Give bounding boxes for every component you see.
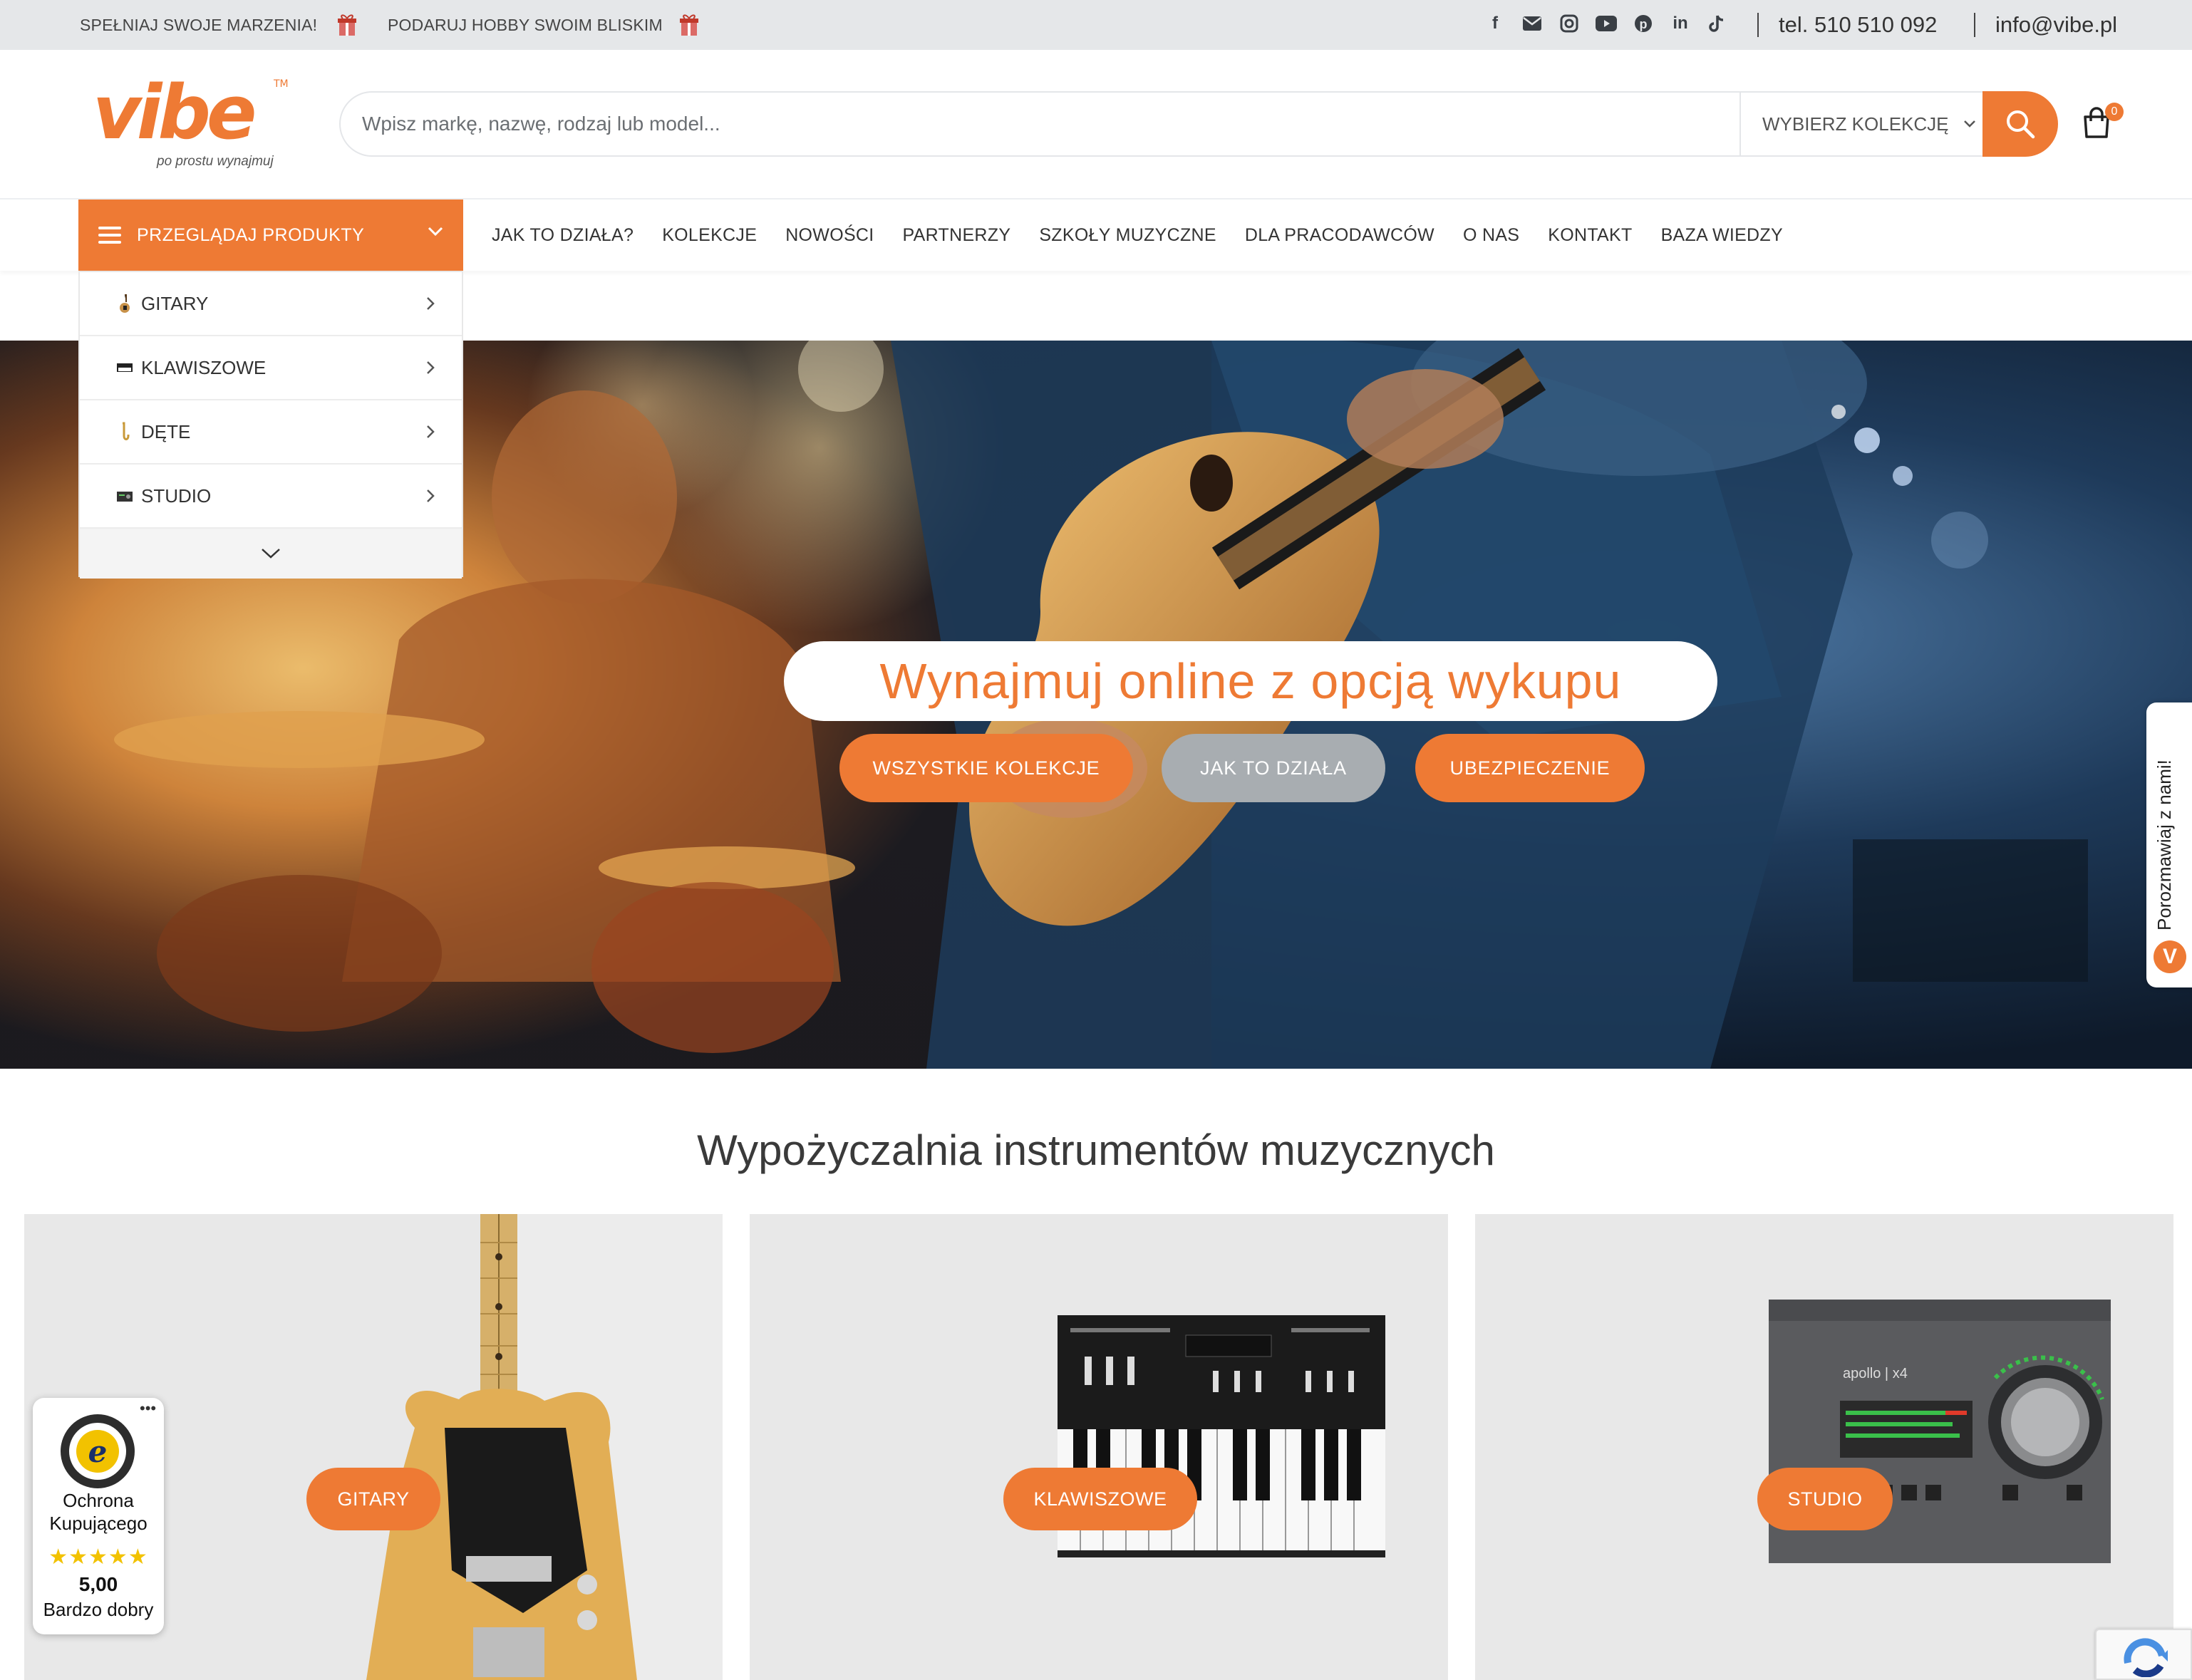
gift-icon (338, 14, 356, 36)
gift-icon (680, 14, 698, 36)
studio-card-button[interactable]: STUDIO (1757, 1468, 1893, 1530)
recaptcha-icon (2124, 1638, 2168, 1677)
collection-select[interactable]: WYBIERZ KOLEKCJĘ (1739, 93, 1982, 155)
category-wind[interactable]: DĘTE (80, 400, 462, 465)
search-icon (2007, 110, 2035, 139)
search-bar: WYBIERZ KOLEKCJĘ (339, 91, 2058, 157)
email-icon[interactable] (1521, 11, 1544, 36)
section-title: Wypożyczalnia instrumentów muzycznych (697, 1126, 1495, 1174)
linkedin-icon[interactable]: in (1669, 11, 1692, 36)
trusted-shops-seal-icon: e (61, 1414, 135, 1488)
synthesizer-keyboard-image (1058, 1315, 1385, 1557)
cart-button[interactable]: 0 (2081, 103, 2124, 145)
keyboards-card-button[interactable]: KLAWISZOWE (1003, 1468, 1197, 1530)
rating-grade: Bardzo dobry (43, 1599, 154, 1620)
email-link[interactable]: info@vibe.pl (1995, 0, 2117, 50)
promo-dreams-link[interactable]: SPEŁNIAJ SWOJE MARZENIA! (80, 0, 317, 50)
instagram-icon[interactable] (1558, 11, 1581, 36)
svg-text:p: p (1640, 17, 1648, 31)
chat-tab[interactable]: Porozmawiaj z nami! V (2146, 702, 2192, 987)
separator (1974, 13, 1975, 37)
all-collections-button[interactable]: WSZYSTKIE KOLEKCJE (839, 734, 1133, 802)
menu-links: JAK TO DZIAŁA? KOLEKCJE NOWOŚCI PARTNERZ… (492, 199, 1811, 271)
vibe-chat-icon: V (2154, 940, 2186, 973)
nav-new[interactable]: NOWOŚCI (785, 225, 874, 246)
logo-tagline: po prostu wynajmuj (157, 154, 274, 169)
trusted-shops-badge[interactable]: ••• e Ochrona Kupującego ★★★★★ 5,00 Bard… (33, 1398, 164, 1634)
main-navigation: PRZEGLĄDAJ PRODUKTY JAK TO DZIAŁA? KOLEK… (0, 199, 2192, 271)
nav-contact[interactable]: KONTAKT (1548, 225, 1632, 246)
browse-products-label: PRZEGLĄDAJ PRODUKTY (137, 224, 365, 245)
category-keyboards[interactable]: KLAWISZOWE (80, 336, 462, 400)
search-button[interactable] (1982, 91, 2058, 157)
site-header: vibe TM po prostu wynajmuj WYBIERZ KOLEK… (0, 50, 2192, 199)
logo-text: vibe (93, 74, 254, 152)
social-links: f p in (1484, 11, 1729, 36)
guitars-card-button[interactable]: GITARY (306, 1468, 440, 1530)
svg-text:e: e (88, 1434, 108, 1469)
saxophone-icon (123, 422, 130, 440)
apollo-label: apollo | x4 (1843, 1366, 1908, 1381)
chat-label: Porozmawiaj z nami! (2154, 759, 2175, 930)
rating-score: 5,00 (78, 1573, 118, 1595)
category-label: GITARY (141, 292, 209, 314)
category-studio[interactable]: STUDIO (80, 465, 462, 529)
chevron-down-icon (428, 227, 443, 237)
chevron-right-icon (427, 297, 435, 310)
category-label: KLAWISZOWE (141, 356, 267, 378)
buyer-protection-label: Ochrona Kupującego (49, 1490, 148, 1534)
audio-interface-icon (117, 492, 133, 502)
nav-collections[interactable]: KOLEKCJE (662, 225, 757, 246)
category-label: DĘTE (141, 420, 191, 442)
chevron-right-icon (427, 489, 435, 502)
facebook-icon[interactable]: f (1484, 11, 1506, 36)
logo-trademark: TM (273, 78, 289, 90)
separator (1757, 13, 1759, 37)
chevron-right-icon (427, 425, 435, 438)
browse-products-button[interactable]: PRZEGLĄDAJ PRODUKTY (78, 199, 463, 271)
cart-count-badge: 0 (2105, 103, 2124, 121)
collection-select-label: WYBIERZ KOLEKCJĘ (1762, 113, 1949, 135)
apollo-x4-interface-image: apollo | x4 (1769, 1300, 2111, 1563)
nav-how-it-works[interactable]: JAK TO DZIAŁA? (492, 225, 634, 246)
category-card-studio[interactable]: apollo | x4 (1475, 1214, 2173, 1680)
pinterest-icon[interactable]: p (1632, 11, 1655, 36)
youtube-icon[interactable] (1595, 11, 1618, 36)
show-more-categories-button[interactable] (80, 529, 462, 579)
tiktok-icon[interactable] (1706, 11, 1729, 36)
chevron-right-icon (427, 361, 435, 374)
nav-music-schools[interactable]: SZKOŁY MUZYCZNE (1039, 225, 1216, 246)
hamburger-icon (98, 227, 121, 244)
chevron-down-icon (1963, 120, 1975, 128)
guitar-icon (120, 294, 130, 313)
nav-about[interactable]: O NAS (1463, 225, 1519, 246)
rating-stars: ★★★★★ (48, 1545, 148, 1569)
more-options-icon[interactable]: ••• (140, 1399, 156, 1418)
categories-dropdown: GITARY KLAWISZOWE DĘTE STUDIO (78, 271, 463, 579)
recaptcha-badge[interactable] (2095, 1629, 2192, 1680)
insurance-button[interactable]: UBEZPIECZENIE (1415, 734, 1645, 802)
keyboard-icon (117, 363, 133, 372)
vibe-logo[interactable]: vibe TM po prostu wynajmuj (93, 69, 292, 174)
nav-knowledge-base[interactable]: BAZA WIEDZY (1661, 225, 1783, 246)
category-card-keyboards[interactable] (750, 1214, 1448, 1680)
top-bar: SPEŁNIAJ SWOJE MARZENIA! PODARUJ HOBBY S… (0, 0, 2192, 50)
hero-title: Wynajmuj online z opcją wykupu (784, 641, 1717, 721)
category-guitars[interactable]: GITARY (80, 272, 462, 336)
nav-partners[interactable]: PARTNERZY (903, 225, 1011, 246)
how-it-works-button[interactable]: JAK TO DZIAŁA (1162, 734, 1385, 802)
category-label: STUDIO (141, 484, 212, 507)
phone-link[interactable]: tel. 510 510 092 (1779, 0, 1937, 50)
nav-employers[interactable]: DLA PRACODAWCÓW (1245, 225, 1434, 246)
chevron-down-icon (262, 549, 280, 559)
promo-gift-link[interactable]: PODARUJ HOBBY SWOIM BLISKIM (388, 0, 663, 50)
